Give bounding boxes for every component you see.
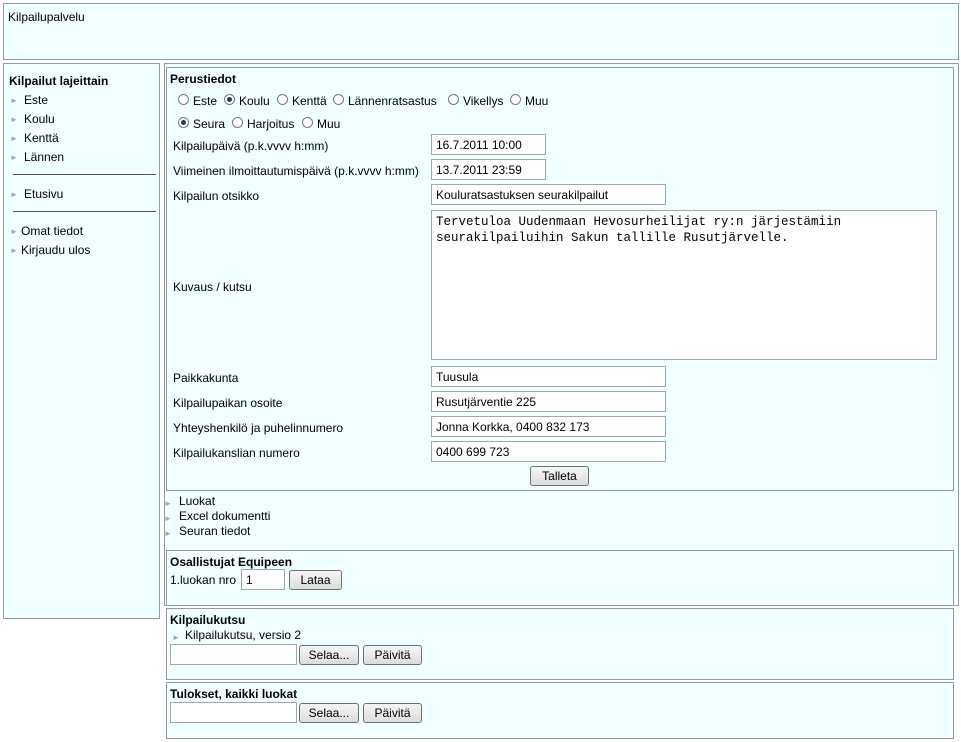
sidebar-item-logout[interactable]: Kirjaudu ulos bbox=[21, 243, 90, 257]
radio-label-este: Este bbox=[193, 94, 218, 108]
description-textarea[interactable] bbox=[431, 210, 937, 360]
results-panel: Tulokset, kaikki luokat Selaa... Päivitä bbox=[166, 682, 954, 739]
header: Kilpailupalvelu bbox=[3, 3, 959, 60]
radio-koulu[interactable] bbox=[224, 94, 235, 105]
sidebar-item-kentta[interactable]: Kenttä bbox=[24, 131, 59, 145]
title-label: Kilpailun otsikko bbox=[173, 189, 260, 203]
sidebar-item-koulu[interactable]: Koulu bbox=[24, 112, 55, 126]
radio-label-harjoitus: Harjoitus bbox=[247, 117, 295, 131]
invitation-update-button[interactable]: Päivitä bbox=[363, 645, 422, 665]
sidebar-item-omat-tiedot[interactable]: Omat tiedot bbox=[21, 224, 83, 238]
address-input[interactable] bbox=[431, 391, 666, 412]
arrow-icon: ► bbox=[10, 190, 18, 199]
deadline-input[interactable] bbox=[431, 159, 546, 180]
class-number-label: 1.luokan nro bbox=[170, 573, 237, 587]
description-label: Kuvaus / kutsu bbox=[173, 280, 252, 294]
invitation-browse-button[interactable]: Selaa... bbox=[299, 645, 359, 665]
radio-este[interactable] bbox=[178, 94, 189, 105]
contact-input[interactable] bbox=[431, 416, 666, 437]
radio-kentta[interactable] bbox=[277, 94, 288, 105]
arrow-icon: ► bbox=[164, 529, 172, 538]
participants-panel: Osallistujat Equipeen 1.luokan nro Lataa bbox=[166, 550, 954, 606]
radio-muu-level[interactable] bbox=[302, 117, 313, 128]
arrow-icon: ► bbox=[10, 227, 18, 236]
arrow-icon: ► bbox=[172, 633, 180, 642]
save-button[interactable]: Talleta bbox=[530, 466, 589, 486]
sidebar-item-este[interactable]: Este bbox=[24, 93, 48, 107]
class-number-input[interactable] bbox=[241, 569, 285, 590]
city-input[interactable] bbox=[431, 366, 666, 387]
radio-label-muu-level: Muu bbox=[317, 117, 341, 131]
section-link-luokat[interactable]: Luokat bbox=[179, 494, 215, 508]
arrow-icon: ► bbox=[10, 115, 18, 124]
radio-label-lannenratsastus: Lännenratsastus bbox=[348, 94, 437, 108]
office-input[interactable] bbox=[431, 441, 666, 462]
sidebar-item-lannen[interactable]: Lännen bbox=[24, 150, 64, 164]
invitation-file-input[interactable] bbox=[170, 644, 297, 665]
arrow-icon: ► bbox=[10, 153, 18, 162]
load-button[interactable]: Lataa bbox=[289, 570, 342, 590]
radio-label-kentta: Kenttä bbox=[292, 94, 327, 108]
radio-muu[interactable] bbox=[510, 94, 521, 105]
participants-heading: Osallistujat Equipeen bbox=[170, 555, 293, 569]
city-label: Paikkakunta bbox=[173, 371, 239, 385]
sidebar: Kilpailut lajeittain ► Este ► Koulu ► Ke… bbox=[3, 63, 160, 619]
results-browse-button[interactable]: Selaa... bbox=[299, 703, 359, 723]
radio-label-seura: Seura bbox=[193, 117, 226, 131]
radio-label-koulu: Koulu bbox=[239, 94, 270, 108]
sidebar-heading: Kilpailut lajeittain bbox=[9, 74, 109, 88]
results-heading: Tulokset, kaikki luokat bbox=[170, 687, 298, 701]
radio-seura[interactable] bbox=[178, 117, 189, 128]
app-title: Kilpailupalvelu bbox=[8, 10, 85, 24]
arrow-icon: ► bbox=[164, 514, 172, 523]
address-label: Kilpailupaikan osoite bbox=[173, 396, 283, 410]
title-input[interactable] bbox=[431, 184, 666, 205]
office-label: Kilpailukanslian numero bbox=[173, 446, 300, 460]
invitation-file-link[interactable]: Kilpailukutsu, versio 2 bbox=[185, 628, 301, 642]
radio-label-vikellys: Vikellys bbox=[463, 94, 504, 108]
radio-label-muu: Muu bbox=[525, 94, 549, 108]
radio-harjoitus[interactable] bbox=[232, 117, 243, 128]
arrow-icon: ► bbox=[10, 96, 18, 105]
contact-label: Yhteyshenkilö ja puhelinnumero bbox=[173, 421, 344, 435]
invitation-heading: Kilpailukutsu bbox=[170, 613, 246, 627]
invitation-panel: Kilpailukutsu ► Kilpailukutsu, versio 2 … bbox=[166, 608, 954, 680]
arrow-icon: ► bbox=[164, 499, 172, 508]
sidebar-item-etusivu[interactable]: Etusivu bbox=[24, 187, 63, 201]
radio-lannenratsastus[interactable] bbox=[333, 94, 344, 105]
radio-vikellys[interactable] bbox=[448, 94, 459, 105]
date-input[interactable] bbox=[431, 134, 546, 155]
results-update-button[interactable]: Päivitä bbox=[363, 703, 422, 723]
basic-info-heading: Perustiedot bbox=[170, 72, 237, 86]
arrow-icon: ► bbox=[10, 246, 18, 255]
section-link-seuran-tiedot[interactable]: Seuran tiedot bbox=[179, 524, 250, 538]
basic-info-panel: Perustiedot Este Koulu Kenttä Lännenrats… bbox=[166, 67, 954, 491]
deadline-label: Viimeinen ilmoittautumispäivä (p.k.vvvv … bbox=[173, 164, 419, 178]
arrow-icon: ► bbox=[10, 134, 18, 143]
date-label: Kilpailupäivä (p.k.vvvv h:mm) bbox=[173, 139, 329, 153]
results-file-input[interactable] bbox=[170, 702, 297, 723]
sidebar-divider bbox=[13, 211, 156, 212]
section-link-excel[interactable]: Excel dokumentti bbox=[179, 509, 270, 523]
sidebar-divider bbox=[13, 174, 156, 175]
